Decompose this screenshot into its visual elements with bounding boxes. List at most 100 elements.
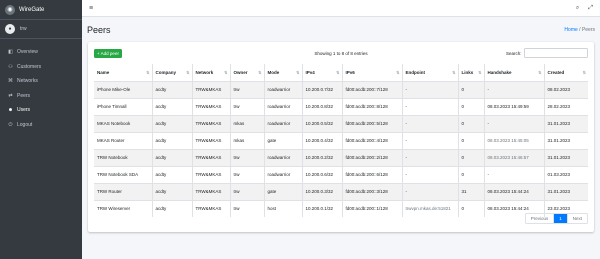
cell-mode: roadwarrior <box>264 80 303 98</box>
cell-ipv6: fd00:acdb:200::8/128 <box>342 97 403 115</box>
pagination: Previous 1 Next <box>524 213 588 224</box>
column-header-links[interactable]: Links ⇅ <box>458 64 485 82</box>
column-header-mode[interactable]: Mode ⇅ <box>264 64 303 82</box>
cell-company: acdty <box>152 80 193 98</box>
cell-ipv4: 10.200.0.4/32 <box>302 131 343 149</box>
sort-icon: ⇅ <box>186 70 190 75</box>
cell-created: 08.02.2023 <box>544 80 588 98</box>
cell-company: acdty <box>152 97 193 115</box>
pagination-next[interactable]: Next <box>568 214 587 223</box>
users-icon: ⚇ <box>8 63 13 70</box>
sidebar-item-peers[interactable]: ⇄ Peers <box>0 89 82 104</box>
table-row[interactable]: TRW Router acdty TRW&MKAS trw gate 10.20… <box>94 182 588 200</box>
cell-name: MKAS Notebook <box>94 114 153 132</box>
cell-mode: gate <box>264 182 303 200</box>
column-header-ipv6[interactable]: IPv6 ⇅ <box>342 64 403 82</box>
table-row[interactable]: TRW Wireserver acdty TRW&MKAS trw host 1… <box>94 199 588 217</box>
peers-card: + Add peer Showing 1 to 8 of 8 entries S… <box>88 42 594 232</box>
table-row[interactable]: MKAS Notebook acdty TRW&MKAS mkas roadwa… <box>94 114 588 132</box>
sort-icon: ⇅ <box>258 70 262 75</box>
cell-mode: roadwarrior <box>264 97 303 115</box>
cell-company: acdty <box>152 182 193 200</box>
table-row[interactable]: TRW Notebook acdty TRW&MKAS trw roadwarr… <box>94 148 588 166</box>
table-row[interactable]: TRW Notebook SDA acdty TRW&MKAS trw road… <box>94 165 588 183</box>
pagination-previous[interactable]: Previous <box>526 214 555 223</box>
pagination-page-1[interactable]: 1 <box>554 214 568 223</box>
column-header-endpoint[interactable]: Endpoint ⇅ <box>402 64 459 82</box>
cell-links: 0 <box>458 199 485 217</box>
sidebar-item-label: Peers <box>17 92 31 99</box>
cell-endpoint: - <box>402 165 459 183</box>
cell-endpoint: - <box>402 80 459 98</box>
table-header-row: Name ⇅ Company ⇅ Network ⇅ Owner ⇅ Mode ⇅ IPv… <box>94 64 588 82</box>
cell-owner: trw <box>230 182 265 200</box>
cell-ipv6: fd00:acdb:200::2/128 <box>342 148 403 166</box>
sort-icon: ⇅ <box>538 70 542 75</box>
column-header-handshake[interactable]: Handshake ⇅ <box>484 64 545 82</box>
sort-icon: ⇅ <box>224 70 228 75</box>
wireguard-logo-icon: ◉ <box>5 4 15 15</box>
column-header-created[interactable]: Created ⇅ <box>544 64 588 82</box>
cell-company: acdty <box>152 165 193 183</box>
network-icon: ⌘ <box>8 78 13 85</box>
cell-company: acdty <box>152 199 193 217</box>
column-header-ipv4[interactable]: IPv4 ⇅ <box>302 64 343 82</box>
cell-links: 31 <box>458 182 485 200</box>
search-input[interactable] <box>524 48 588 58</box>
table-row[interactable]: iPhone Mike-Ole acdty TRW&MKAS trw roadw… <box>94 80 588 98</box>
cell-mode: roadwarrior <box>264 114 303 132</box>
cell-handshake: - <box>484 165 545 183</box>
sidebar-item-label: Customers <box>17 63 42 70</box>
brand[interactable]: ◉ WireGate <box>0 0 82 20</box>
table-body: iPhone Mike-Ole acdty TRW&MKAS trw roadw… <box>94 80 588 217</box>
cell-owner: mkas <box>230 131 265 149</box>
column-header-network[interactable]: Network ⇅ <box>192 64 231 82</box>
breadcrumb-current: Peers <box>581 26 595 33</box>
cell-ipv6: fd00:acdb:200::5/128 <box>342 114 403 132</box>
user-panel[interactable]: ● trw <box>0 20 82 39</box>
peers-table: Name ⇅ Company ⇅ Network ⇅ Owner ⇅ Mode ⇅ IPv… <box>94 64 588 217</box>
sort-icon: ⇅ <box>296 70 300 75</box>
cell-network: TRW&MKAS <box>192 80 231 98</box>
cell-handshake: 08.03.2023 15:44:24 <box>484 182 545 200</box>
cell-network: TRW&MKAS <box>192 114 231 132</box>
user-icon: ☻ <box>7 107 14 114</box>
sidebar-item-label: Logout <box>17 121 33 128</box>
cell-name: MKAS Router <box>94 131 153 149</box>
fullscreen-icon[interactable]: ⤢ <box>588 5 593 12</box>
cell-network: TRW&MKAS <box>192 148 231 166</box>
table-row[interactable]: MKAS Router acdty TRW&MKAS mkas gate 10.… <box>94 131 588 149</box>
cell-name: iPhone Timnall <box>94 97 153 115</box>
column-header-company[interactable]: Company ⇅ <box>152 64 193 82</box>
topbar: ≡ ⌕ ⤢ <box>82 0 600 17</box>
cell-network: TRW&MKAS <box>192 199 231 217</box>
cell-endpoint: - <box>402 97 459 115</box>
peers-icon: ⇄ <box>8 92 13 99</box>
sidebar-item-customers[interactable]: ⚇ Customers <box>0 60 82 75</box>
cell-name: TRW Wireserver <box>94 199 153 217</box>
cell-ipv6: fd00:acdb:200::6/128 <box>342 165 403 183</box>
column-header-name[interactable]: Name ⇅ <box>94 64 153 82</box>
cell-handshake: 08.03.2023 15:49:59 <box>484 97 545 115</box>
sidebar-item-users[interactable]: ☻ Users <box>0 103 82 118</box>
cell-links: 0 <box>458 114 485 132</box>
cell-created: 31.01.2023 <box>544 131 588 149</box>
cell-endpoint: - <box>402 114 459 132</box>
column-header-owner[interactable]: Owner ⇅ <box>230 64 265 82</box>
cell-ipv4: 10.200.0.7/32 <box>302 80 343 98</box>
cell-handshake: - <box>484 80 545 98</box>
sidebar-item-logout[interactable]: ⏻ Logout <box>0 118 82 133</box>
sort-icon: ⇅ <box>336 70 340 75</box>
table-row[interactable]: iPhone Timnall acdty TRW&MKAS trw roadwa… <box>94 97 588 115</box>
search-icon[interactable]: ⌕ <box>576 5 579 12</box>
sidebar-item-networks[interactable]: ⌘ Networks <box>0 74 82 89</box>
sidebar-item-overview[interactable]: ◧ Overview <box>0 45 82 60</box>
cell-links: 0 <box>458 165 485 183</box>
cell-name: TRW Router <box>94 182 153 200</box>
breadcrumb-home[interactable]: Home <box>564 27 577 33</box>
cell-ipv4: 10.200.0.8/32 <box>302 97 343 115</box>
sidebar-nav: ◧ Overview ⚇ Customers ⌘ Networks ⇄ Peer… <box>0 39 82 132</box>
menu-toggle-icon[interactable]: ≡ <box>89 5 93 12</box>
logout-icon: ⏻ <box>8 121 13 128</box>
cell-name: TRW Notebook <box>94 148 153 166</box>
